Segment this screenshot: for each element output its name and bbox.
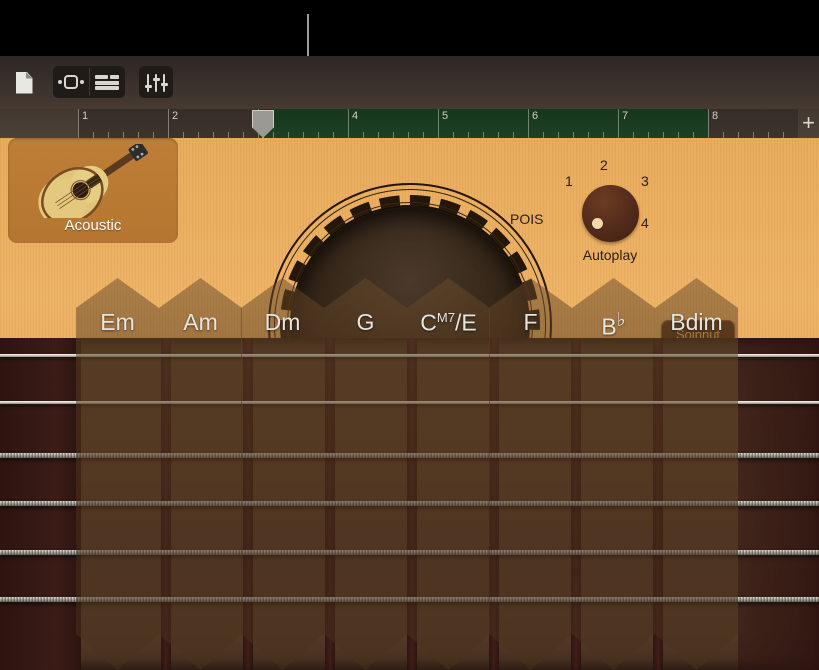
sliders-icon[interactable] — [145, 74, 167, 92]
chord-strip[interactable]: Em — [76, 278, 159, 670]
chord-label: B♭ — [572, 311, 655, 339]
chord-strip[interactable]: CM7/E — [407, 278, 490, 670]
chord-label: CM7/E — [407, 311, 490, 335]
chord-strip[interactable]: G — [324, 278, 407, 670]
ruler-bar-number: 6 — [532, 110, 538, 122]
loop-region-icon[interactable] — [58, 75, 84, 89]
ruler-bar-number: 4 — [352, 110, 358, 122]
chord-label: Am — [159, 311, 242, 334]
callout-backdrop — [0, 0, 819, 56]
guitar-instrument-panel: Acoustic POIS 1 2 3 4 Autoplay Soinnut N… — [0, 138, 819, 670]
garageband-guitar-window: ? 12345678 + — [0, 0, 819, 670]
playhead[interactable] — [252, 110, 274, 138]
tracks-list-icon[interactable] — [95, 75, 119, 90]
ruler-bar-line — [348, 109, 349, 138]
chord-strip[interactable]: Bdim — [655, 278, 738, 670]
chord-label: Bdim — [655, 311, 738, 334]
document-icon[interactable] — [13, 69, 35, 96]
ruler-bar-number: 7 — [622, 110, 628, 122]
ruler-bar-number: 2 — [172, 110, 178, 122]
ruler-bar-line — [78, 109, 79, 138]
chord-strip[interactable]: Dm — [241, 278, 324, 670]
ruler-bar-number: 8 — [712, 110, 718, 122]
ruler-track[interactable]: 12345678 — [78, 109, 798, 138]
ruler-bar-number: 5 — [442, 110, 448, 122]
add-track-button[interactable]: + — [802, 112, 815, 134]
chord-label: Dm — [241, 311, 324, 334]
chord-strip[interactable]: Am — [159, 278, 242, 670]
chord-label: G — [324, 311, 407, 334]
ruler-bar-line — [618, 109, 619, 138]
chord-strips: EmAmDmGCM7/EFB♭Bdim — [0, 138, 819, 670]
chord-strip[interactable]: B♭ — [572, 278, 655, 670]
ruler-bar-number: 1 — [82, 110, 88, 122]
segment-divider — [89, 68, 90, 96]
ruler-bar-line — [168, 109, 169, 138]
chord-label: F — [489, 311, 572, 334]
chord-label: Em — [76, 311, 159, 334]
ruler-bar-line — [528, 109, 529, 138]
toolbar: ? — [0, 56, 819, 109]
chord-strip[interactable]: F — [489, 278, 572, 670]
ruler-bar-line — [438, 109, 439, 138]
timeline-ruler[interactable]: 12345678 + — [0, 109, 819, 138]
ruler-bar-line — [708, 109, 709, 138]
